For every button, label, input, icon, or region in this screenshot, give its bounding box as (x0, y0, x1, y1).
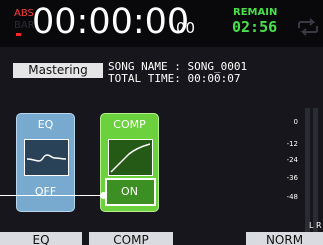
counter-bar: ABS BAR 00:00:00 00 REMAIN 02:56 (0, 0, 323, 47)
comp-module-title: COMP (113, 118, 146, 131)
pointer-line (0, 195, 103, 196)
repeat-icon (298, 18, 318, 36)
meter-scale-36: -36 (286, 174, 298, 182)
comp-function-button[interactable]: COMP (89, 232, 173, 245)
meter-scale-0: 0 (293, 118, 298, 126)
eq-curve-icon (24, 139, 69, 176)
meter-scale-48: -48 (286, 193, 298, 201)
frame-counter: 00 (176, 19, 196, 37)
eq-state: OFF (34, 185, 57, 198)
remain-label: REMAIN (233, 7, 278, 18)
total-time-line: TOTAL TIME: 00:00:07 (108, 72, 241, 85)
comp-curve-icon (108, 139, 153, 176)
meter-channel-labels: L R (309, 221, 322, 230)
time-counter: 00:00:00 (32, 2, 190, 42)
song-info: SONG NAME : SONG_0001 TOTAL TIME: 00:00:… (108, 61, 247, 85)
pointer-dot (100, 192, 107, 199)
mastering-mode-label: Mastering (13, 63, 103, 78)
eq-function-button[interactable]: EQ (0, 232, 82, 245)
remain-value: 02:56 (232, 18, 278, 36)
position-indicator (16, 33, 21, 36)
norm-function-button[interactable]: NORM (246, 232, 323, 245)
eq-module-title: EQ (37, 118, 54, 131)
meter-scale-12: -12 (286, 140, 298, 148)
abs-label: ABS (14, 8, 34, 19)
meter-scale-24: -24 (286, 156, 298, 164)
eq-module[interactable]: EQ OFF (16, 113, 75, 212)
mastering-screen: ABS BAR 00:00:00 00 REMAIN 02:56 Masteri… (0, 0, 323, 245)
comp-module[interactable]: COMP ON (100, 113, 159, 212)
comp-state: ON (121, 185, 138, 198)
